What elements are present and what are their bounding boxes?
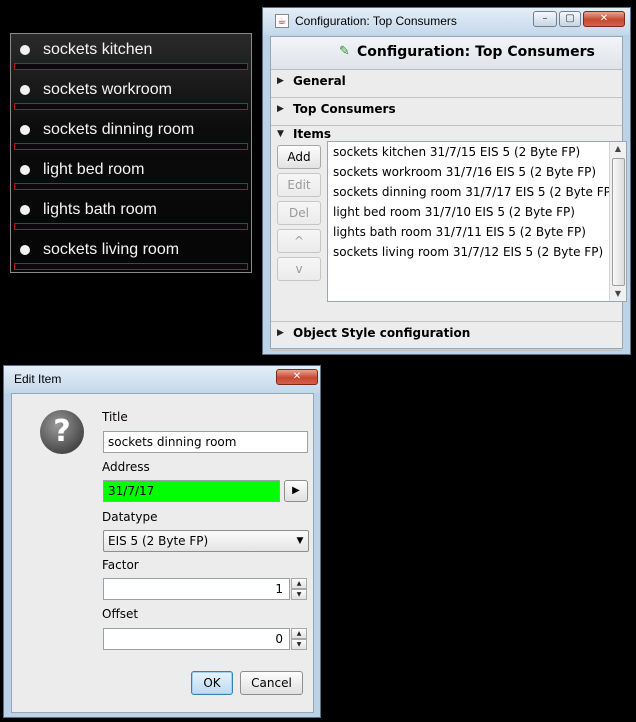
- list-item[interactable]: sockets living room 31/7/12 EIS 5 (2 Byt…: [333, 245, 603, 259]
- consumer-item: sockets workroom: [11, 78, 251, 118]
- consumer-level-bar: [14, 103, 248, 110]
- dialog-title: Edit Item: [14, 372, 62, 386]
- scroll-up-icon[interactable]: ▲: [610, 142, 626, 156]
- section-object-style[interactable]: ▶ Object Style configuration: [271, 321, 622, 351]
- factor-stepper[interactable]: ▲ ▼: [291, 578, 307, 600]
- factor-input[interactable]: 1: [103, 578, 290, 600]
- config-header-title: Configuration: Top Consumers: [357, 44, 595, 60]
- datatype-select[interactable]: EIS 5 (2 Byte FP) ▼: [103, 530, 309, 552]
- datatype-label: Datatype: [102, 510, 158, 524]
- move-down-button[interactable]: v: [277, 257, 321, 281]
- consumer-label: light bed room: [43, 161, 145, 178]
- title-bar[interactable]: Edit Item ✕: [4, 366, 320, 393]
- decrement-icon[interactable]: ▼: [291, 589, 307, 600]
- address-label: Address: [102, 460, 150, 474]
- expand-arrow-icon: ▶: [277, 76, 284, 86]
- address-picker-button[interactable]: ▶: [284, 480, 308, 502]
- add-item-button[interactable]: Add: [277, 145, 321, 169]
- cancel-button[interactable]: Cancel: [240, 671, 303, 695]
- consumer-level-bar: [14, 63, 248, 70]
- question-icon: ?: [40, 410, 84, 454]
- items-list[interactable]: sockets kitchen 31/7/15 EIS 5 (2 Byte FP…: [327, 141, 627, 302]
- increment-icon[interactable]: ▲: [291, 628, 307, 639]
- section-label: Top Consumers: [293, 102, 396, 116]
- consumer-item: lights bath room: [11, 198, 251, 238]
- section-label: Items: [293, 127, 331, 141]
- config-header: ✎ Configuration: Top Consumers: [271, 37, 622, 70]
- close-icon[interactable]: ✕: [583, 11, 625, 27]
- scroll-down-icon[interactable]: ▼: [610, 287, 626, 301]
- java-app-icon: ☕: [275, 14, 289, 28]
- minimize-icon[interactable]: –: [533, 11, 557, 27]
- config-window: ☕ Configuration: Top Consumers – ▢ ✕ ✎ C…: [262, 7, 631, 355]
- factor-label: Factor: [102, 558, 139, 572]
- window-title: Configuration: Top Consumers: [295, 14, 457, 28]
- consumer-level-bar: [14, 183, 248, 190]
- title-label: Title: [102, 410, 128, 424]
- section-label: Object Style configuration: [293, 326, 471, 340]
- offset-stepper[interactable]: ▲ ▼: [291, 628, 307, 650]
- bullet-icon: [20, 125, 30, 135]
- list-item[interactable]: light bed room 31/7/10 EIS 5 (2 Byte FP): [333, 205, 575, 219]
- maximize-icon[interactable]: ▢: [559, 11, 581, 27]
- consumer-label: sockets workroom: [43, 81, 172, 98]
- title-input[interactable]: sockets dinning room: [103, 431, 308, 453]
- collapse-arrow-icon: ▼: [277, 129, 284, 139]
- bullet-icon: [20, 45, 30, 55]
- delete-item-button[interactable]: Del: [277, 201, 321, 225]
- bullet-icon: [20, 165, 30, 175]
- bullet-icon: [20, 245, 30, 255]
- list-item[interactable]: sockets workroom 31/7/16 EIS 5 (2 Byte F…: [333, 165, 596, 179]
- address-input[interactable]: 31/7/17: [103, 480, 280, 502]
- vertical-scrollbar[interactable]: ▲ ▼: [609, 142, 626, 301]
- play-arrow-icon: ▶: [292, 485, 300, 496]
- consumer-list-panel: sockets kitchen sockets workroom sockets…: [10, 33, 252, 273]
- section-label: General: [293, 74, 346, 88]
- config-client-area: ✎ Configuration: Top Consumers ▶ General…: [270, 36, 627, 351]
- section-general[interactable]: ▶ General: [271, 69, 622, 98]
- expand-arrow-icon: ▶: [277, 328, 284, 338]
- list-item[interactable]: sockets kitchen 31/7/15 EIS 5 (2 Byte FP…: [333, 145, 580, 159]
- bullet-icon: [20, 85, 30, 95]
- consumer-level-bar: [14, 263, 248, 270]
- consumer-level-bar: [14, 223, 248, 230]
- consumer-item: sockets dinning room: [11, 118, 251, 158]
- consumer-level-bar: [14, 143, 248, 150]
- increment-icon[interactable]: ▲: [291, 578, 307, 589]
- consumer-label: sockets kitchen: [43, 41, 153, 58]
- scroll-thumb[interactable]: [612, 158, 625, 286]
- section-top-consumers[interactable]: ▶ Top Consumers: [271, 97, 622, 126]
- consumer-label: lights bath room: [43, 201, 157, 218]
- ok-button[interactable]: OK: [191, 671, 233, 695]
- consumer-item: light bed room: [11, 158, 251, 198]
- consumer-label: sockets living room: [43, 241, 180, 258]
- list-item[interactable]: lights bath room 31/7/11 EIS 5 (2 Byte F…: [333, 225, 586, 239]
- edit-item-dialog: Edit Item ✕ ? Title sockets dinning room…: [3, 365, 321, 718]
- expand-arrow-icon: ▶: [277, 104, 284, 114]
- dialog-client-area: ? Title sockets dinning room Address 31/…: [11, 393, 314, 713]
- consumer-item: sockets kitchen: [11, 38, 251, 78]
- consumer-label: sockets dinning room: [43, 121, 195, 138]
- edit-item-button[interactable]: Edit: [277, 173, 321, 197]
- title-bar[interactable]: ☕ Configuration: Top Consumers – ▢ ✕: [263, 8, 630, 35]
- list-item[interactable]: sockets dinning room 31/7/17 EIS 5 (2 By…: [333, 185, 616, 199]
- decrement-icon[interactable]: ▼: [291, 639, 307, 650]
- move-up-button[interactable]: ^: [277, 229, 321, 253]
- offset-label: Offset: [102, 607, 139, 621]
- chevron-down-icon: ▼: [296, 536, 304, 546]
- edit-config-icon: ✎: [339, 44, 350, 59]
- consumer-item: sockets living room: [11, 238, 251, 278]
- offset-input[interactable]: 0: [103, 628, 290, 650]
- bullet-icon: [20, 205, 30, 215]
- datatype-value: EIS 5 (2 Byte FP): [108, 534, 209, 548]
- close-icon[interactable]: ✕: [276, 369, 318, 385]
